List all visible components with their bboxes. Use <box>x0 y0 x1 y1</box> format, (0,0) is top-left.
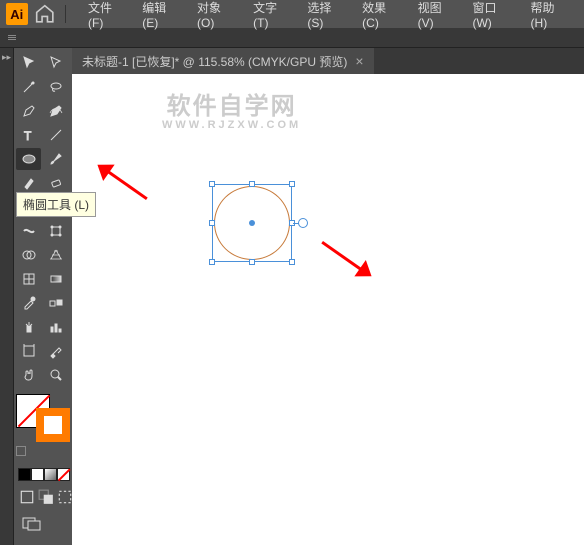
swatch-gradient[interactable] <box>44 468 57 481</box>
shape-builder-tool[interactable] <box>16 244 41 266</box>
curvature-tool[interactable] <box>43 100 68 122</box>
direct-selection-tool[interactable] <box>43 52 68 74</box>
menu-object[interactable]: 对象(O) <box>189 0 245 34</box>
ellipse-tool[interactable] <box>16 148 41 170</box>
zoom-tool[interactable] <box>43 364 68 386</box>
gradient-tool[interactable] <box>43 268 68 290</box>
screen-mode-button[interactable] <box>16 517 42 534</box>
handle-br[interactable] <box>289 259 295 265</box>
home-icon[interactable] <box>34 3 56 25</box>
swatch-none[interactable] <box>57 468 70 481</box>
free-transform-tool[interactable] <box>43 220 68 242</box>
color-palette <box>16 468 70 481</box>
selection-tool[interactable] <box>16 52 41 74</box>
main-menu: 文件(F) 编辑(E) 对象(O) 文字(T) 选择(S) 效果(C) 视图(V… <box>80 0 578 34</box>
tool-tooltip: 椭圆工具 (L) <box>16 192 96 217</box>
menu-type[interactable]: 文字(T) <box>245 0 299 34</box>
close-icon[interactable]: × <box>355 53 363 69</box>
blend-tool[interactable] <box>43 292 68 314</box>
watermark-title: 软件自学网 <box>162 86 301 121</box>
lasso-tool[interactable] <box>43 76 68 98</box>
magic-wand-tool[interactable] <box>16 76 41 98</box>
screen-modes <box>16 489 73 505</box>
separator <box>65 5 66 23</box>
annotation-arrow-1 <box>92 157 153 208</box>
expand-arrow-icon[interactable]: ▸▸ <box>2 52 12 62</box>
handle-t[interactable] <box>249 181 255 187</box>
menu-effect[interactable]: 效果(C) <box>354 0 409 34</box>
draw-normal-icon[interactable] <box>19 489 35 505</box>
menu-edit[interactable]: 编辑(E) <box>134 0 189 34</box>
canvas[interactable]: 软件自学网 WWW.RJZXW.COM <box>72 74 584 545</box>
menu-view[interactable]: 视图(V) <box>410 0 465 34</box>
tool-rail: ▸▸ <box>0 48 14 545</box>
document-area: 未标题-1 [已恢复]* @ 115.58% (CMYK/GPU 预览) × 软… <box>72 48 584 545</box>
center-point-icon <box>249 220 255 226</box>
perspective-grid-tool[interactable] <box>43 244 68 266</box>
handle-bl[interactable] <box>209 259 215 265</box>
ai-logo-icon: Ai <box>6 3 28 25</box>
shaper-tool[interactable] <box>16 172 41 194</box>
type-tool[interactable]: T <box>16 124 41 146</box>
eyedropper-tool[interactable] <box>16 292 41 314</box>
width-tool[interactable] <box>16 220 41 242</box>
symbol-sprayer-tool[interactable] <box>16 316 41 338</box>
column-graph-tool[interactable] <box>43 316 68 338</box>
handle-tr[interactable] <box>289 181 295 187</box>
annotation-arrow-2 <box>317 234 378 285</box>
pen-tool[interactable] <box>16 100 41 122</box>
menu-bar: Ai 文件(F) 编辑(E) 对象(O) 文字(T) 选择(S) 效果(C) 视… <box>0 0 584 28</box>
menu-help[interactable]: 帮助(H) <box>523 0 578 34</box>
menu-select[interactable]: 选择(S) <box>299 0 354 34</box>
watermark-url: WWW.RJZXW.COM <box>162 119 301 131</box>
paintbrush-tool[interactable] <box>43 148 68 170</box>
artboard-tool[interactable] <box>16 340 41 362</box>
slice-tool[interactable] <box>43 340 68 362</box>
selected-ellipse[interactable] <box>212 184 292 262</box>
tab-title: 未标题-1 [已恢复]* @ 115.58% (CMYK/GPU 预览) <box>82 53 347 70</box>
swatch-white[interactable] <box>31 468 44 481</box>
draw-behind-icon[interactable] <box>38 489 54 505</box>
svg-text:T: T <box>24 129 32 143</box>
document-tabs: 未标题-1 [已恢复]* @ 115.58% (CMYK/GPU 预览) × <box>72 48 584 74</box>
line-tool[interactable] <box>43 124 68 146</box>
menu-file[interactable]: 文件(F) <box>80 0 134 34</box>
document-tab[interactable]: 未标题-1 [已恢复]* @ 115.58% (CMYK/GPU 预览) × <box>72 48 374 74</box>
handle-tl[interactable] <box>209 181 215 187</box>
stroke-swatch-icon[interactable] <box>36 408 70 442</box>
default-fill-stroke-icon[interactable] <box>16 446 26 456</box>
eraser-tool[interactable] <box>43 172 68 194</box>
watermark: 软件自学网 WWW.RJZXW.COM <box>162 86 301 131</box>
fill-stroke-swatch[interactable] <box>16 394 70 442</box>
pie-widget-icon[interactable] <box>298 218 308 228</box>
toolbox: T <box>14 48 72 545</box>
swatch-black[interactable] <box>18 468 31 481</box>
draw-inside-icon[interactable] <box>57 489 73 505</box>
handle-b[interactable] <box>249 259 255 265</box>
menu-window[interactable]: 窗口(W) <box>464 0 522 34</box>
handle-l[interactable] <box>209 220 215 226</box>
panel-grip-icon[interactable] <box>8 35 16 40</box>
mesh-tool[interactable] <box>16 268 41 290</box>
hand-tool[interactable] <box>16 364 41 386</box>
